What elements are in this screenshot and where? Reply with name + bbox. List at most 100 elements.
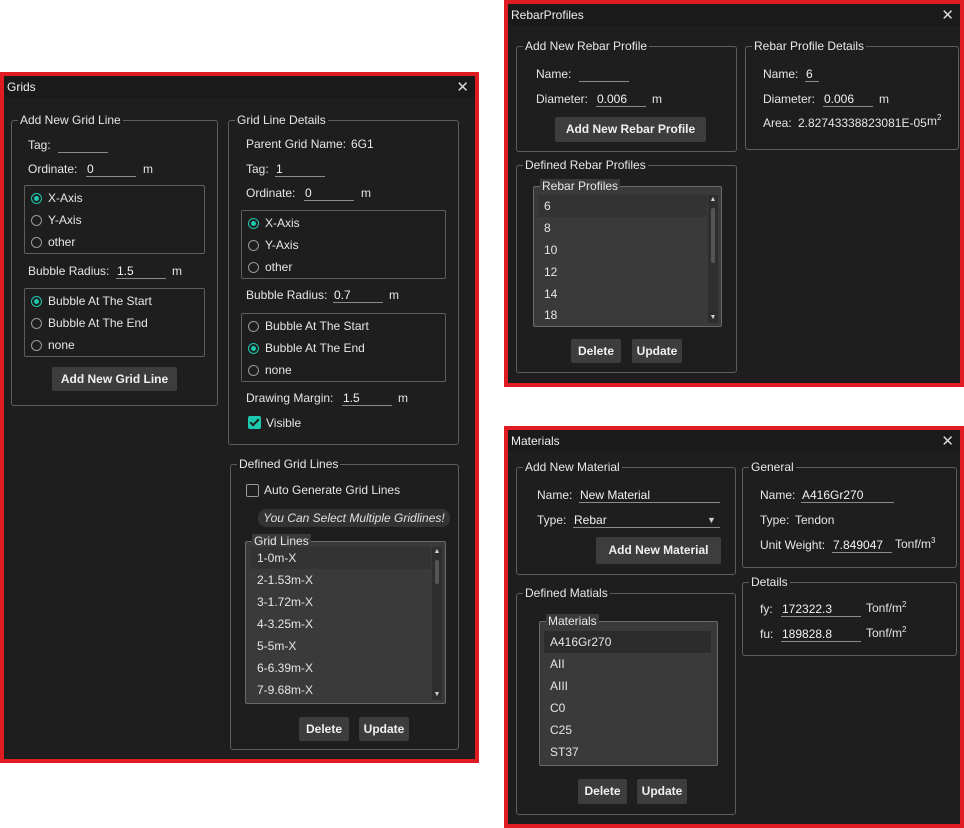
list-item[interactable]: A416Gr270 [544,631,711,653]
rebar-titlebar: RebarProfiles ✕ [508,4,960,26]
scroll-down-icon[interactable]: ▼ [709,314,717,322]
detail-bubble-start-radio[interactable] [248,321,259,332]
fy-field[interactable]: 172322.3 [781,602,861,617]
list-item[interactable]: C0 [544,697,711,719]
detail-ordinate-field[interactable]: 0 [304,186,354,201]
x-axis-radio[interactable] [31,193,42,204]
detail-bubble-radius-field[interactable]: 0.7 [333,288,383,303]
list-item[interactable]: 8 [538,217,707,239]
list-item[interactable]: 3-1.72m-X [251,591,431,613]
list-item[interactable]: 2-1.53m-X [251,569,431,591]
unit-weight-field[interactable]: 7.849047 [832,538,892,553]
y-axis-label: Y-Axis [48,213,82,227]
list-item[interactable]: C25 [544,719,711,741]
fu-field[interactable]: 189828.8 [781,627,861,642]
defined-materials-group: Defined Matials Materials A416Gr270 AII … [516,586,736,815]
bubble-radio-group: Bubble At The Start Bubble At The End no… [24,288,205,357]
add-rebar-button[interactable]: Add New Rebar Profile [555,117,706,142]
add-grid-line-legend: Add New Grid Line [18,113,123,127]
add-material-group: Add New Material Name: New Material Type… [516,460,736,575]
detail-bubble-radio-group: Bubble At The Start Bubble At The End no… [241,313,446,382]
ordinate-field[interactable]: 0 [86,162,136,177]
close-icon[interactable]: ✕ [941,6,954,24]
fy-unit-text: Tonf/m [866,601,903,615]
general-name-field[interactable]: A416Gr270 [801,488,894,503]
list-item[interactable]: 6-6.39m-X [251,657,431,679]
bubble-start-radio[interactable] [31,296,42,307]
material-details-group: Details fy: 172322.3 Tonf/m2 fu: 189828.… [742,575,957,656]
tag-field[interactable] [58,138,108,153]
detail-bubble-start-label: Bubble At The Start [265,319,369,333]
auto-generate-checkbox[interactable] [246,484,259,497]
scroll-thumb[interactable] [711,208,715,263]
bubble-radius-field[interactable]: 1.5 [116,264,166,279]
list-item[interactable]: 12 [538,261,707,283]
material-update-button[interactable]: Update [637,779,687,804]
list-item[interactable]: 5-5m-X [251,635,431,657]
grid-line-details-group: Grid Line Details Parent Grid Name: 6G1 … [228,113,459,445]
grid-lines-scrollbar[interactable]: ▲ ▼ [432,547,442,700]
list-item[interactable]: 4-3.25m-X [251,613,431,635]
fu-label: fu: [760,627,774,641]
material-type-select[interactable]: Rebar [573,513,720,528]
fy-label: fy: [760,602,773,616]
rebar-name-field[interactable] [579,67,629,82]
x-axis-label: X-Axis [48,191,83,205]
list-item[interactable]: AII [544,653,711,675]
detail-y-axis-label: Y-Axis [265,238,299,252]
detail-tag-field[interactable]: 1 [275,162,325,177]
drawing-margin-unit: m [398,391,408,405]
bubble-end-label: Bubble At The End [48,316,148,330]
bubble-none-radio[interactable] [31,340,42,351]
scroll-up-icon[interactable]: ▲ [433,548,441,556]
bubble-end-radio[interactable] [31,318,42,329]
chevron-down-icon[interactable]: ▼ [707,515,716,525]
general-type-value: Tendon [795,513,835,527]
materials-titlebar: Materials ✕ [508,430,960,452]
grid-update-button[interactable]: Update [359,717,409,741]
list-item[interactable]: ST37 [544,741,711,763]
material-delete-button[interactable]: Delete [578,779,627,804]
rebar-delete-button[interactable]: Delete [571,339,621,363]
rebar-detail-diameter-field[interactable]: 0.006 [823,92,873,107]
grid-delete-button[interactable]: Delete [299,717,349,741]
add-material-button[interactable]: Add New Material [596,537,721,564]
grid-lines-list: Grid Lines 1-0m-X 2-1.53m-X 3-1.72m-X 4-… [245,534,446,704]
list-item[interactable]: 10 [538,239,707,261]
material-details-legend: Details [749,575,790,589]
other-axis-radio[interactable] [31,237,42,248]
detail-other-axis-radio[interactable] [248,262,259,273]
detail-bubble-none-radio[interactable] [248,365,259,376]
scroll-down-icon[interactable]: ▼ [433,691,441,699]
drawing-margin-field[interactable]: 1.5 [342,391,392,406]
scroll-up-icon[interactable]: ▲ [709,196,717,204]
rebar-scrollbar[interactable]: ▲ ▼ [708,195,718,323]
visible-label: Visible [266,416,302,430]
fu-unit-exp: 2 [902,625,907,634]
list-item[interactable]: 14 [538,283,707,305]
rebar-window: RebarProfiles ✕ Add New Rebar Profile Na… [504,0,964,387]
scroll-thumb[interactable] [435,560,439,584]
list-item[interactable]: 18 [538,305,707,325]
material-name-field[interactable]: New Material [579,488,720,503]
detail-bubble-end-radio[interactable] [248,343,259,354]
add-grid-line-button[interactable]: Add New Grid Line [52,367,177,391]
rebar-details-legend: Rebar Profile Details [752,39,867,53]
list-item[interactable]: AIII [544,675,711,697]
rebar-detail-name-field[interactable]: 6 [805,67,819,82]
detail-x-axis-radio[interactable] [248,218,259,229]
add-rebar-legend: Add New Rebar Profile [523,39,650,53]
rebar-diameter-field[interactable]: 0.006 [596,92,646,107]
visible-checkbox[interactable] [248,416,261,429]
close-icon[interactable]: ✕ [456,78,469,96]
fu-unit: Tonf/m2 [866,625,906,640]
rebar-update-button[interactable]: Update [632,339,682,363]
list-item[interactable]: 7-9.68m-X [251,679,431,701]
list-item[interactable]: 6 [538,195,707,217]
y-axis-radio[interactable] [31,215,42,226]
detail-y-axis-radio[interactable] [248,240,259,251]
list-item[interactable]: 1-0m-X [251,547,431,569]
close-icon[interactable]: ✕ [941,432,954,450]
detail-ordinate-label: Ordinate: [246,186,296,200]
material-type-label: Type: [537,513,567,527]
